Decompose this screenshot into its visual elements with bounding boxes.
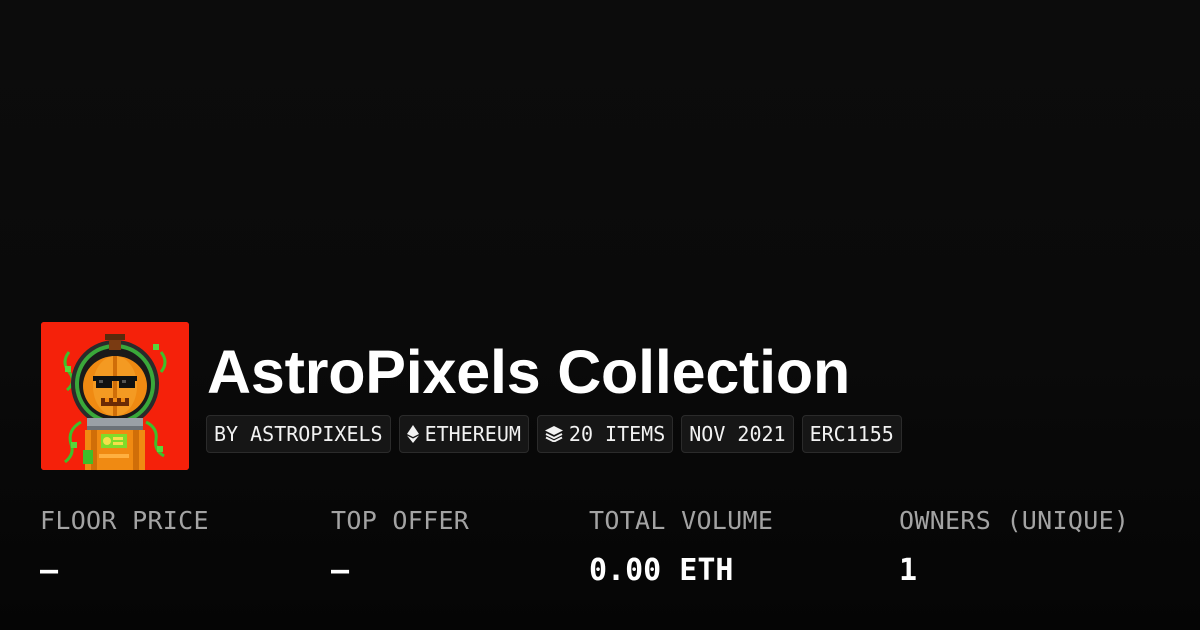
collection-title: AstroPixels Collection (207, 338, 851, 406)
pumpkin-astronaut-image (41, 322, 189, 470)
stat-floor-price: FLOOR PRICE – (40, 505, 209, 589)
chain-chip-label: ETHEREUM (424, 422, 521, 446)
owners-label: OWNERS (UNIQUE) (899, 506, 1130, 535)
total-volume-value: 0.00 ETH (589, 553, 734, 588)
layers-icon (544, 426, 563, 442)
items-count-chip[interactable]: 20 ITEMS (536, 415, 674, 453)
stat-top-offer: TOP OFFER – (331, 505, 469, 589)
ethereum-icon (406, 425, 419, 443)
total-volume-label: TOTAL VOLUME (589, 506, 774, 535)
created-date-chip-label: NOV 2021 (689, 422, 786, 446)
token-standard-chip-label: ERC1155 (809, 422, 894, 446)
owners-value: 1 (899, 553, 918, 588)
stat-total-volume: TOTAL VOLUME 0.00 ETH (589, 505, 773, 589)
creator-chip[interactable]: BY ASTROPIXELS (206, 415, 391, 453)
token-standard-chip: ERC1155 (801, 415, 902, 453)
floor-price-value: – (40, 553, 59, 588)
stat-owners: OWNERS (UNIQUE) 1 (899, 505, 1129, 589)
creator-chip-label: BY ASTROPIXELS (214, 422, 383, 446)
collection-avatar (41, 322, 189, 470)
created-date-chip: NOV 2021 (681, 415, 794, 453)
chain-chip[interactable]: ETHEREUM (398, 415, 529, 453)
collection-meta-chips: BY ASTROPIXELS ETHEREUM 20 ITEMS NOV 202… (206, 415, 902, 453)
top-offer-value: – (331, 553, 350, 588)
top-offer-label: TOP OFFER (331, 506, 470, 535)
floor-price-label: FLOOR PRICE (40, 506, 209, 535)
items-count-chip-label: 20 ITEMS (568, 422, 666, 446)
